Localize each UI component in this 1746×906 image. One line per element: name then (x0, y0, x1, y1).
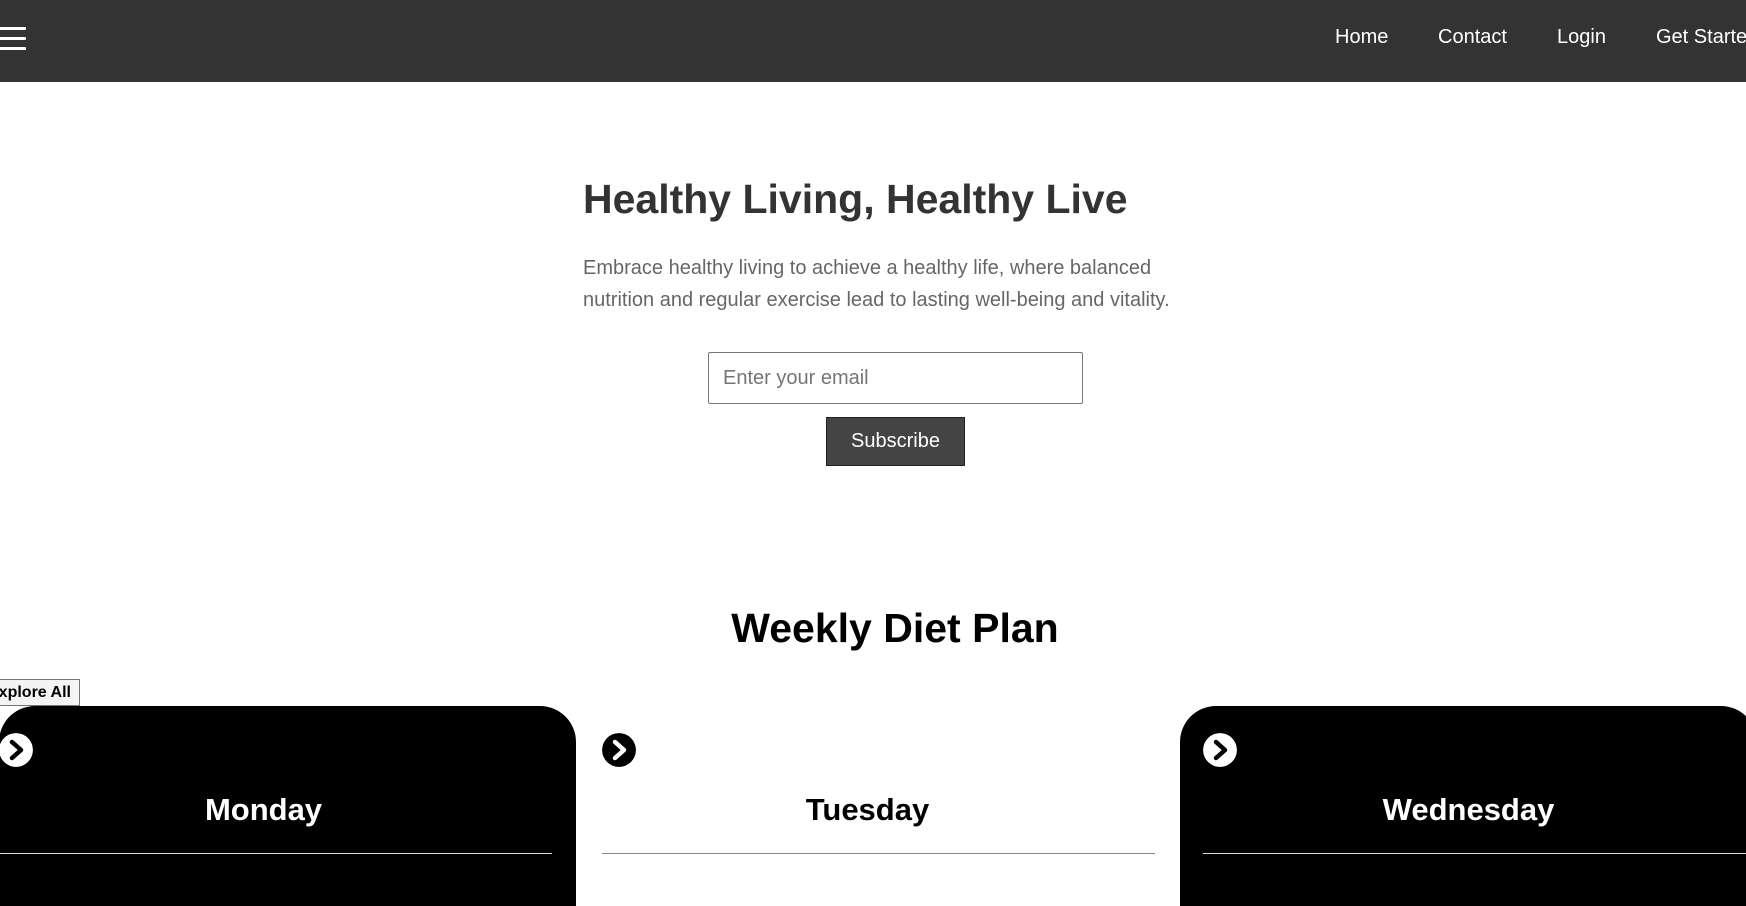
nav-link-contact[interactable]: Contact (1438, 26, 1507, 49)
nav-link-get-started[interactable]: Get Started (1656, 26, 1746, 49)
day-card-monday[interactable]: Monday (0, 706, 576, 906)
day-card-tuesday[interactable]: Tuesday (579, 706, 1156, 906)
day-card-title: Tuesday (805, 792, 930, 827)
day-card-title: Monday (204, 792, 323, 827)
nav-link-login[interactable]: Login (1557, 26, 1606, 49)
nav-link-home[interactable]: Home (1335, 26, 1388, 49)
hamburger-menu-icon[interactable] (0, 24, 26, 54)
chevron-right-circle-icon[interactable] (602, 733, 636, 767)
section-title: Weekly Diet Plan (731, 605, 1059, 651)
card-divider (1203, 853, 1746, 854)
top-nav-bar: Home Contact Login Get Started (0, 0, 1746, 82)
card-divider (602, 853, 1155, 854)
email-input[interactable] (708, 352, 1083, 404)
chevron-right-circle-icon[interactable] (0, 733, 33, 767)
explore-all-button[interactable]: Explore All (0, 679, 80, 706)
chevron-right-circle-icon[interactable] (1203, 733, 1237, 767)
day-card-title: Wednesday (1382, 792, 1555, 827)
card-divider (0, 853, 552, 854)
hero-description: Embrace healthy living to achieve a heal… (583, 257, 1170, 311)
subscribe-button[interactable]: Subscribe (826, 417, 965, 466)
day-card-wednesday[interactable]: Wednesday (1180, 706, 1746, 906)
hero-title: Healthy Living, Healthy Live (583, 176, 1128, 222)
